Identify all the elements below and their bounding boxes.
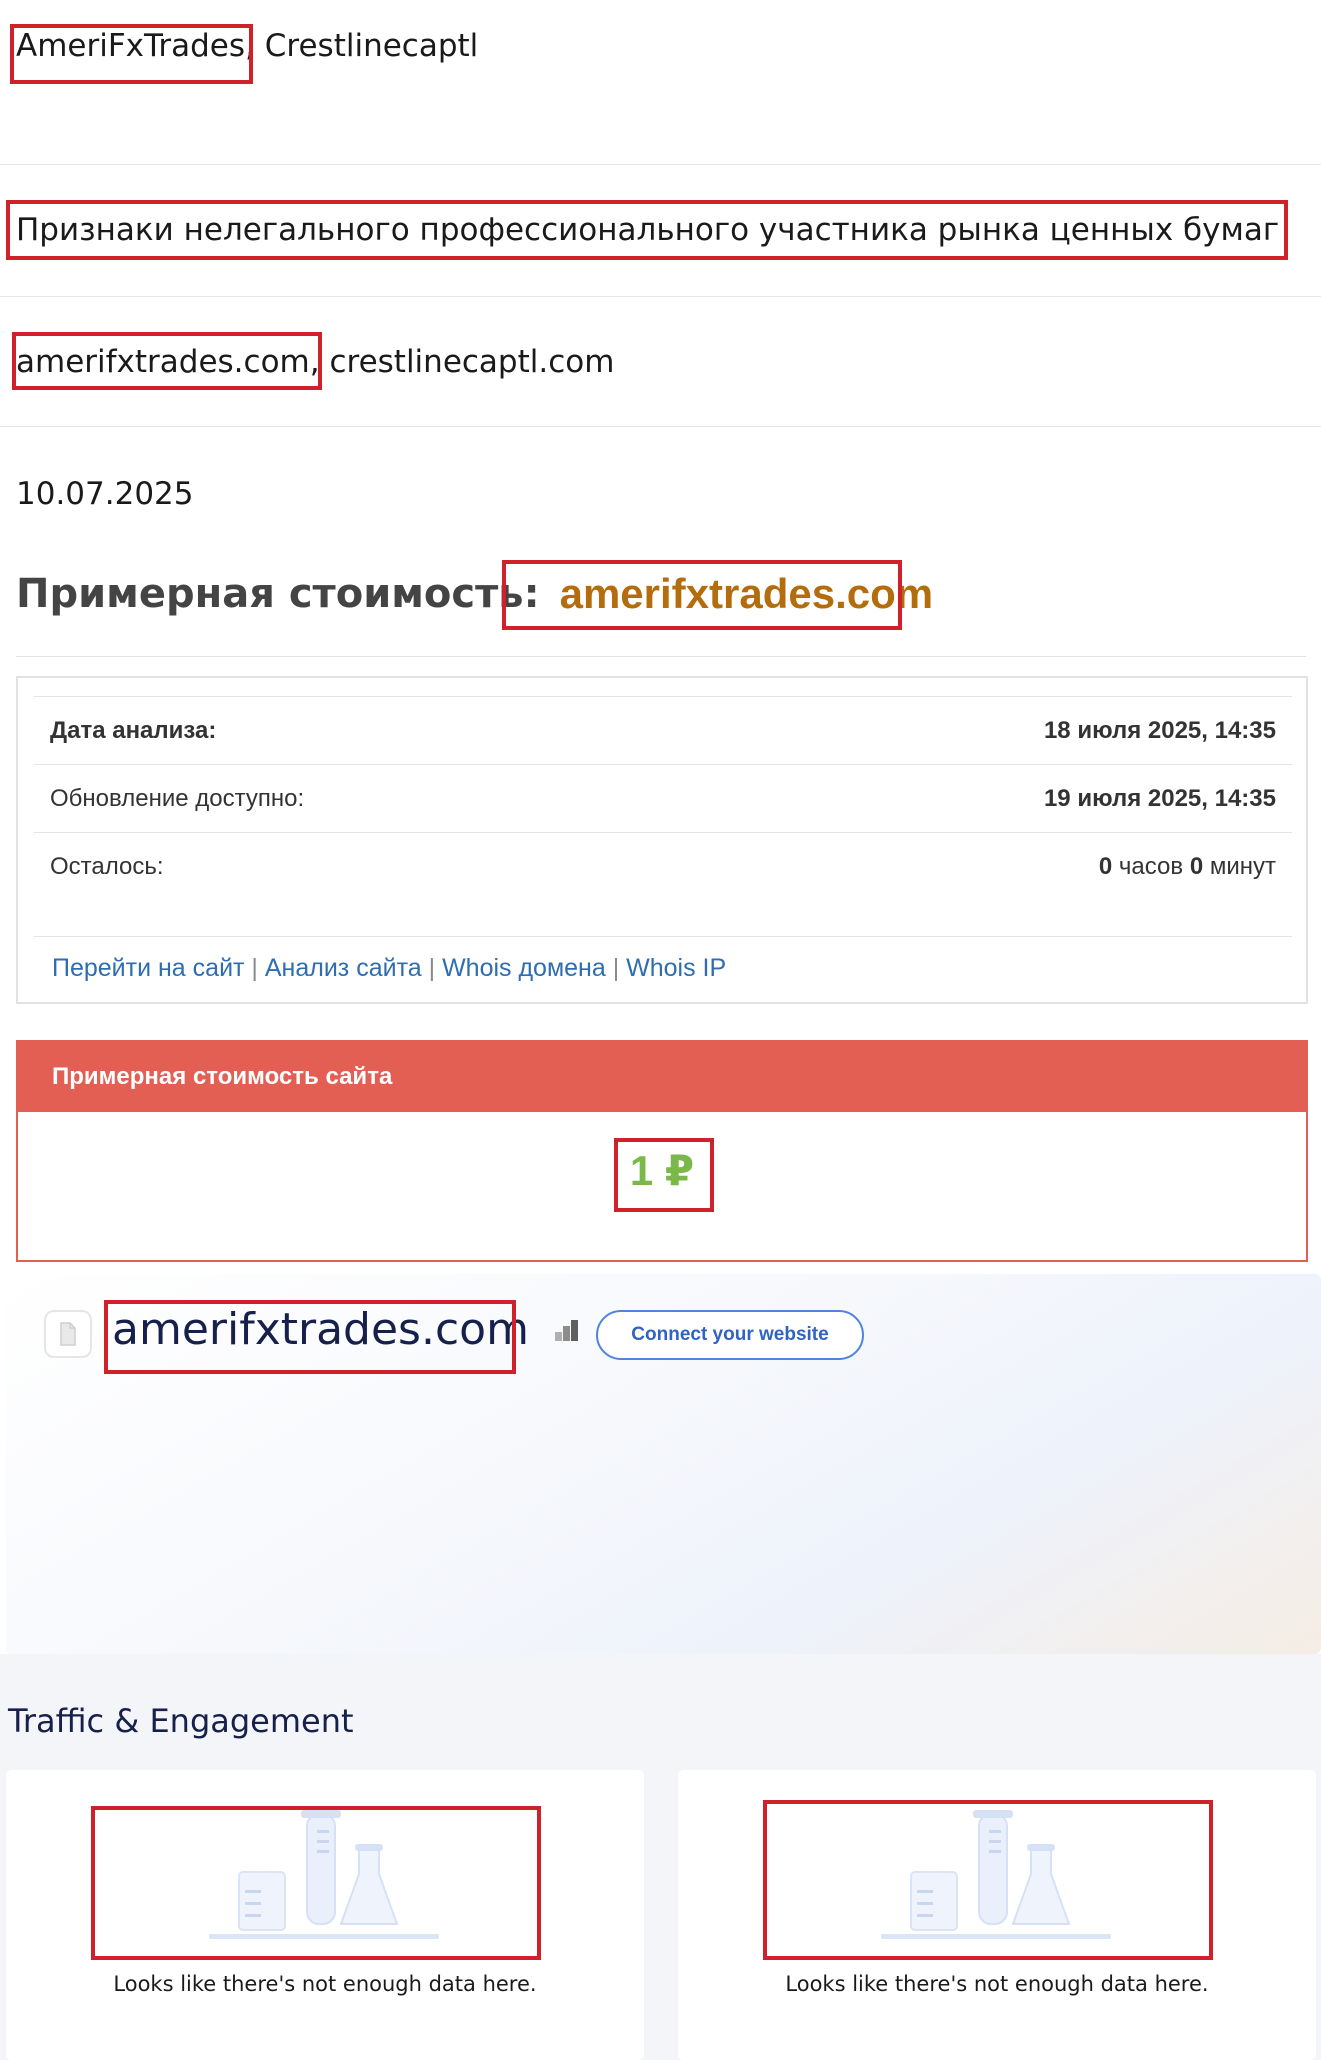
domain-amerifxtrades: amerifxtrades.com xyxy=(16,344,310,380)
remaining-value: 0 часов 0 минут xyxy=(1099,853,1276,881)
remaining-label: Осталось: xyxy=(50,852,164,880)
divider xyxy=(0,164,1321,165)
analysis-card: Дата анализа: 18 июля 2025, 14:35 Обновл… xyxy=(16,676,1308,1004)
favicon xyxy=(44,1310,92,1358)
remaining-row: Осталось: 0 часов 0 минут xyxy=(34,832,1292,900)
connect-website-button[interactable]: Connect your website xyxy=(596,1310,864,1360)
divider xyxy=(16,656,1306,657)
title-prefix: Примерная стоимость: xyxy=(16,571,540,617)
link-whois-domain[interactable]: Whois домена xyxy=(442,954,606,982)
rank-bars-icon xyxy=(555,1320,578,1341)
site-overview-panel: amerifxtrades.com Connect your website xyxy=(6,1274,1321,1654)
traffic-section: Traffic & Engagement Looks like there's … xyxy=(0,1654,1321,2060)
empty-data-message: Looks like there's not enough data here. xyxy=(113,1972,537,1996)
update-value: 19 июля 2025, 14:35 xyxy=(1043,784,1276,812)
document-icon xyxy=(60,1322,76,1346)
name-amerifxtrades: AmeriFxTrades xyxy=(16,28,246,64)
link-separator: | xyxy=(605,954,627,982)
domains-row: amerifxtrades.com, crestlinecaptl.com xyxy=(16,344,614,380)
remaining-minutes: 0 xyxy=(1189,852,1204,880)
update-row: Обновление доступно: 19 июля 2025, 14:35 xyxy=(34,764,1292,832)
page-title: Примерная стоимость: amerifxtrades.com xyxy=(16,556,933,632)
site-links: Перейти на сайт | Анализ сайта | Whois д… xyxy=(52,954,726,983)
minutes-unit: минут xyxy=(1203,852,1276,880)
analysis-date-value: 18 июля 2025, 14:35 xyxy=(1043,716,1276,744)
site-domain: amerifxtrades.com xyxy=(112,1304,529,1355)
analysis-date-row: Дата анализа: 18 июля 2025, 14:35 xyxy=(34,696,1292,764)
title-domain: amerifxtrades.com xyxy=(559,570,934,617)
traffic-title: Traffic & Engagement xyxy=(8,1702,354,1740)
divider xyxy=(0,296,1321,297)
empty-data-message: Looks like there's not enough data here. xyxy=(785,1972,1209,1996)
link-go-to-site[interactable]: Перейти на сайт xyxy=(52,954,244,982)
update-label: Обновление доступно: xyxy=(50,784,305,812)
empty-data-illustration-icon xyxy=(881,1810,1111,1939)
empty-data-illustration-icon xyxy=(209,1810,439,1939)
analysis-date-label: Дата анализа: xyxy=(50,716,217,744)
divider xyxy=(0,426,1321,427)
price-card: Примерная стоимость сайта 1 ₽ xyxy=(16,1040,1308,1262)
sign-text: Признаки нелегального профессионального … xyxy=(16,212,1280,248)
link-separator: | xyxy=(244,954,265,982)
link-whois-ip[interactable]: Whois IP xyxy=(626,954,726,982)
price-header: Примерная стоимость сайта xyxy=(18,1042,1306,1112)
name-crestlinecaptl: , Crestlinecaptl xyxy=(245,28,479,64)
hours-unit: часов xyxy=(1112,852,1190,880)
names-row: AmeriFxTrades, Crestlinecaptl xyxy=(16,28,478,64)
remaining-hours: 0 xyxy=(1098,852,1113,880)
link-site-analysis[interactable]: Анализ сайта xyxy=(265,954,422,982)
publication-date: 10.07.2025 xyxy=(16,476,194,512)
traffic-card-left: Looks like there's not enough data here. xyxy=(6,1770,644,2060)
domain-crestlinecaptl: , crestlinecaptl.com xyxy=(309,344,615,380)
traffic-card-right: Looks like there's not enough data here. xyxy=(678,1770,1316,2060)
link-separator: | xyxy=(421,954,443,982)
row-divider xyxy=(34,936,1292,937)
price-value: 1 ₽ xyxy=(629,1147,695,1194)
